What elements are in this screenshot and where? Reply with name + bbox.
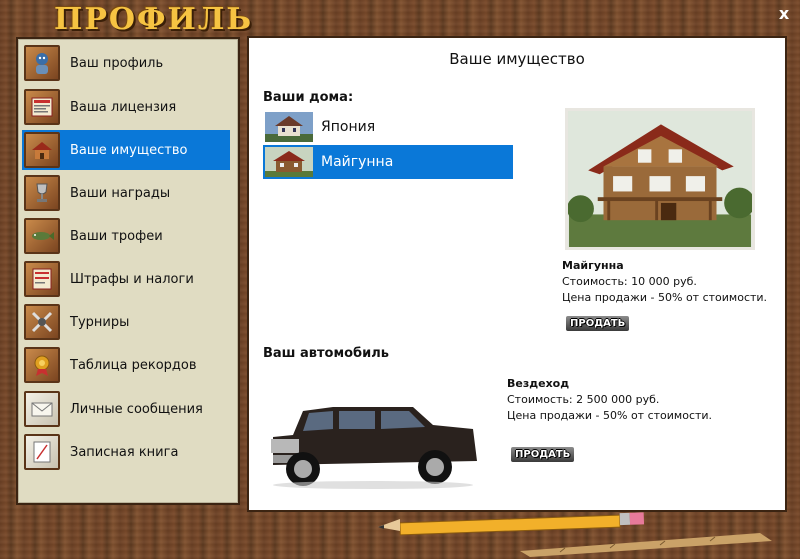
car-info: Вездеход Стоимость: 2 500 000 руб. Цена … [507,376,712,424]
sidebar-item-tournaments[interactable]: Турниры [22,302,230,342]
house-list-item[interactable]: Япония [263,110,513,144]
close-button[interactable]: x [776,6,792,22]
window-title: ПРОФИЛЬ [54,2,254,37]
sidebar-item-label: Личные сообщения [70,401,203,417]
house-name: Япония [321,119,376,135]
sidebar-item-label: Таблица рекордов [70,357,197,373]
sidebar-item-label: Ваши награды [70,185,171,201]
houses-heading: Ваши дома: [263,90,354,105]
page-title: Ваше имущество [449,50,585,68]
profile-icon [24,45,60,81]
car-picture [271,407,477,489]
records-icon [24,347,60,383]
sidebar-item-label: Турниры [70,314,130,330]
house-info-sale: Цена продажи - 50% от стоимости. [562,291,768,304]
car-heading: Ваш автомобиль [263,346,389,361]
sidebar-item-label: Ваш профиль [70,55,164,71]
house-photo [565,108,755,250]
property-icon [24,132,60,168]
sidebar-item-label: Ваше имущество [70,142,188,158]
sidebar-item-label: Ваша лицензия [70,99,177,115]
envelope-icon [24,391,60,427]
sidebar-item-profile[interactable]: Ваш профиль [22,43,230,83]
sidebar-item-records[interactable]: Таблица рекордов [22,345,230,385]
house-name: Майгунна [321,154,394,170]
house-info-name: Майгунна [562,259,624,272]
pencil-ruler-decoration [378,512,772,557]
car-info-cost: Стоимость: 2 500 000 руб. [507,393,660,406]
house-thumbnail-japan [265,112,313,142]
sidebar-item-license[interactable]: Ваша лицензия [22,87,230,127]
house-list-item[interactable]: Майгунна [263,145,513,179]
car-info-name: Вездеход [507,377,570,390]
tournament-icon [24,304,60,340]
sidebar: Ваш профиль Ваша лицензия Ваше имущество… [16,37,240,505]
car-info-sale: Цена продажи - 50% от стоимости. [507,409,713,422]
trophy-fish-icon [24,218,60,254]
sidebar-item-property[interactable]: Ваше имущество [22,130,230,170]
content-panel: Ваше имущество Ваши дома: Япония Майгунн… [247,36,787,512]
house-info: Майгунна Стоимость: 10 000 руб. Цена про… [562,258,767,306]
sidebar-item-label: Штрафы и налоги [70,271,194,287]
house-info-cost: Стоимость: 10 000 руб. [562,275,697,288]
sidebar-item-awards[interactable]: Ваши награды [22,173,230,213]
house-thumbnail-maygunna [265,147,313,177]
sidebar-item-label: Ваши трофеи [70,228,163,244]
license-icon [24,89,60,125]
sidebar-item-label: Записная книга [70,444,179,460]
sidebar-item-messages[interactable]: Личные сообщения [22,389,230,429]
sell-car-button[interactable]: ПРОДАТЬ [511,447,575,462]
sidebar-item-fines[interactable]: Штрафы и налоги [22,259,230,299]
sidebar-item-trophies[interactable]: Ваши трофеи [22,216,230,256]
notebook-icon [24,434,60,470]
fine-icon [24,261,60,297]
award-icon [24,175,60,211]
sell-house-button[interactable]: ПРОДАТЬ [566,316,630,331]
sidebar-item-notebook[interactable]: Записная книга [22,432,230,472]
